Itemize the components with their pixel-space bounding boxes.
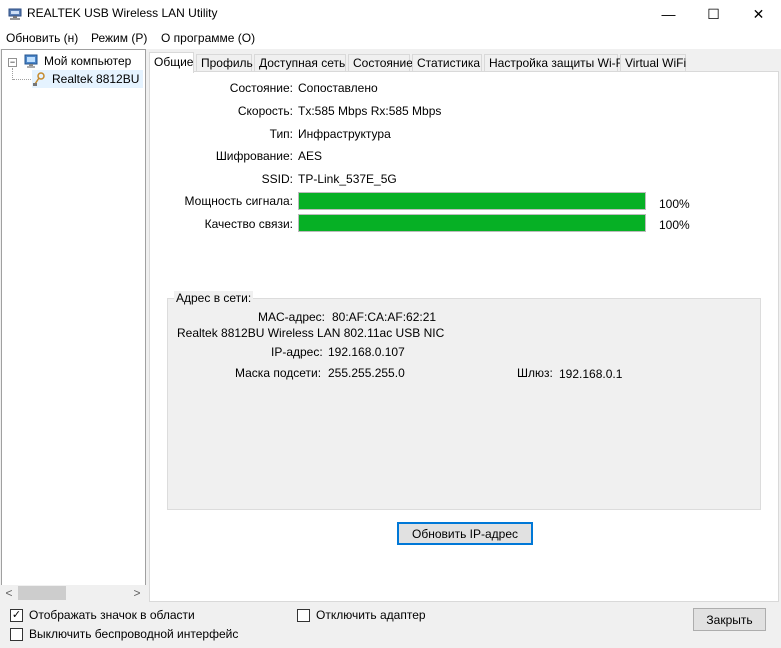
close-icon: ✕ [752, 5, 765, 22]
signal-strength-bar [298, 192, 646, 210]
type-value: Инфраструктура [298, 127, 391, 141]
tab-general[interactable]: Общие [149, 52, 194, 73]
link-quality-percent: 100% [659, 218, 690, 232]
network-adapter-icon [8, 8, 22, 20]
type-label: Тип: [269, 127, 293, 141]
gateway-value: 192.168.0.1 [559, 367, 623, 381]
computer-icon [24, 54, 38, 68]
window-title: REALTEK USB Wireless LAN Utility [27, 6, 218, 20]
disable-adapter-checkbox[interactable]: Отключить адаптер [297, 608, 426, 622]
checkbox-empty-icon[interactable] [10, 627, 23, 641]
show-tray-icon-checkbox[interactable]: ✓ Отображать значок в области [10, 608, 195, 622]
signal-strength-fill [299, 193, 645, 209]
ip-label: IP-адрес: [271, 345, 323, 359]
signal-strength-percent: 100% [659, 197, 690, 211]
mac-value: 80:AF:CA:AF:62:21 [332, 310, 437, 324]
checkbox-checked-icon[interactable]: ✓ [10, 608, 23, 622]
close-button[interactable]: Закрыть [693, 608, 766, 631]
ssid-label: SSID: [261, 172, 293, 186]
encryption-label: Шифрование: [215, 149, 293, 163]
speed-label: Скорость: [237, 104, 293, 118]
device-tree: − Мой компьютер Realtek 8812BU [1, 49, 146, 601]
tree-horizontal-scrollbar[interactable]: < > [1, 585, 146, 601]
status-value: Сопоставлено [298, 81, 378, 95]
link-quality-bar [298, 214, 646, 232]
ip-value: 192.168.0.107 [328, 345, 405, 359]
checkbox-label: Выключить беспроводной интерфейс [29, 627, 239, 641]
minimize-icon: — [661, 6, 676, 22]
renew-ip-button[interactable]: Обновить IP-адрес [397, 522, 533, 545]
signal-strength-label: Мощность сигнала: [184, 194, 293, 208]
status-label: Состояние: [229, 81, 293, 95]
menu-refresh[interactable]: Обновить (н) [6, 31, 78, 45]
tab-available-network[interactable]: Доступная сеть [254, 54, 346, 72]
network-address-title: Адрес в сети: [174, 291, 254, 305]
menu-bar: Обновить (н) Режим (Р) О программе (О) [0, 28, 781, 49]
tab-statistics[interactable]: Статистика [412, 54, 482, 72]
tree-connector-horizontal [13, 79, 31, 80]
tab-profile[interactable]: Профиль [196, 54, 253, 72]
tree-item-label: Realtek 8812BU [52, 72, 140, 86]
subnet-mask-label: Маска подсети: [235, 366, 322, 380]
subnet-mask-value: 255.255.255.0 [328, 366, 405, 380]
adapter-name: Realtek 8812BU Wireless LAN 802.11ac USB… [177, 326, 445, 340]
tab-virtual-wifi[interactable]: Virtual WiFi [620, 54, 686, 72]
tree-item-label: Мой компьютер [44, 54, 132, 68]
scroll-left-icon[interactable]: < [1, 585, 17, 601]
speed-value: Tx:585 Mbps Rx:585 Mbps [298, 104, 442, 118]
ssid-value: TP-Link_537E_5G [298, 172, 397, 186]
tree-item-my-computer[interactable]: Мой компьютер [24, 52, 131, 70]
disable-wireless-checkbox[interactable]: Выключить беспроводной интерфейс [10, 627, 238, 641]
tree-collapse-toggle[interactable]: − [8, 58, 17, 67]
gateway-label: Шлюз: [517, 366, 553, 380]
checkbox-label: Отключить адаптер [316, 608, 426, 622]
maximize-icon: ☐ [707, 5, 720, 22]
maximize-button[interactable]: ☐ [691, 0, 736, 28]
menu-about[interactable]: О программе (О) [161, 31, 255, 45]
minimize-button[interactable]: — [646, 0, 691, 28]
close-window-button[interactable]: ✕ [736, 0, 781, 28]
wireless-adapter-icon [33, 72, 45, 86]
title-bar: REALTEK USB Wireless LAN Utility — ☐ ✕ [0, 0, 781, 28]
mac-label: MAC-адрес: [258, 310, 326, 324]
tree-item-realtek-adapter[interactable]: Realtek 8812BU [32, 70, 144, 88]
scroll-thumb[interactable] [18, 586, 66, 600]
encryption-value: AES [298, 149, 323, 163]
tab-wifi-protection[interactable]: Настройка защиты Wi-Fi [484, 54, 626, 72]
checkbox-empty-icon[interactable] [297, 608, 310, 622]
tab-status[interactable]: Состояние [348, 54, 413, 72]
menu-mode[interactable]: Режим (Р) [91, 31, 147, 45]
link-quality-fill [299, 215, 645, 231]
scroll-right-icon[interactable]: > [129, 585, 145, 601]
link-quality-label: Качество связи: [204, 217, 293, 231]
checkbox-label: Отображать значок в области [29, 608, 195, 622]
